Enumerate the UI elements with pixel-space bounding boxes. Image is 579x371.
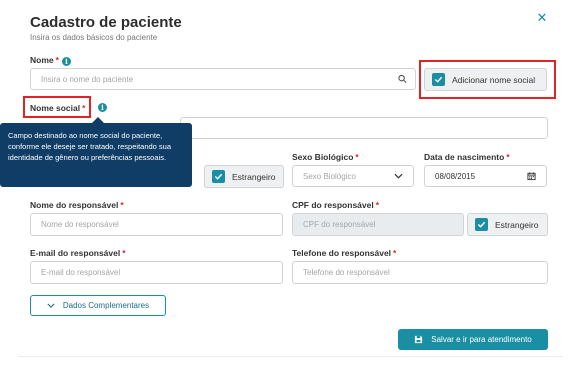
- nome-resp-placeholder: Nome do responsável: [41, 220, 119, 229]
- required-marker: *: [506, 152, 510, 162]
- sexo-select[interactable]: Sexo Biológico: [292, 165, 414, 187]
- required-marker: *: [55, 55, 59, 65]
- tel-resp-input[interactable]: Telefone do responsável: [292, 261, 548, 284]
- checkbox-checked-icon[interactable]: [212, 170, 225, 183]
- nascimento-value: 08/08/2015: [435, 171, 476, 181]
- estrangeiro-resp-label: Estrangeiro: [495, 219, 539, 230]
- info-icon[interactable]: i: [61, 57, 71, 66]
- add-social-name-toggle[interactable]: Adicionar nome social: [424, 68, 547, 91]
- nascimento-label: Data de nascimento *: [424, 152, 510, 162]
- dados-complementares-label: Dados Complementares: [62, 301, 150, 310]
- nome-placeholder: Insira o nome do paciente: [41, 74, 134, 84]
- required-marker: *: [120, 200, 124, 210]
- social-name-tooltip: Campo destinado ao nome social do pacien…: [0, 123, 192, 187]
- estrangeiro-label: Estrangeiro: [232, 171, 276, 182]
- email-resp-input[interactable]: E-mail do responsável: [30, 261, 283, 284]
- required-marker: *: [355, 152, 359, 162]
- dados-complementares-button[interactable]: Dados Complementares: [30, 295, 166, 316]
- nome-resp-label-text: Nome do responsável: [30, 200, 119, 210]
- save-and-attend-button[interactable]: Salvar e ir para atendimento: [398, 329, 548, 350]
- add-social-label: Adicionar nome social: [452, 74, 536, 85]
- required-marker: *: [393, 248, 397, 258]
- tel-resp-placeholder: Telefone do responsável: [303, 268, 390, 277]
- calendar-icon[interactable]: [527, 172, 536, 181]
- nome-social-label-text: Nome social: [30, 103, 81, 113]
- nome-resp-input[interactable]: Nome do responsável: [30, 213, 283, 236]
- nome-resp-label: Nome do responsável *: [30, 200, 124, 210]
- email-resp-placeholder: E-mail do responsável: [41, 268, 121, 277]
- modal-subtitle: Insira os dados básicos do paciente: [30, 33, 158, 42]
- footer-divider: [18, 356, 563, 357]
- checkbox-checked-icon[interactable]: [475, 218, 488, 231]
- sexo-label: Sexo Biológico *: [292, 152, 359, 162]
- save-label: Salvar e ir para atendimento: [431, 335, 532, 344]
- sexo-placeholder: Sexo Biológico: [303, 171, 356, 181]
- chevron-down-icon: [47, 303, 55, 308]
- required-marker: *: [122, 248, 126, 258]
- info-icon[interactable]: i: [98, 103, 107, 112]
- cpf-resp-placeholder: CPF do responsável: [303, 220, 376, 229]
- nome-social-input[interactable]: [180, 117, 548, 139]
- nome-social-label: Nome social *: [30, 103, 85, 113]
- nome-input[interactable]: Insira o nome do paciente: [30, 68, 416, 90]
- tel-resp-label: Telefone do responsável *: [292, 248, 396, 258]
- estrangeiro-resp-toggle[interactable]: Estrangeiro: [467, 213, 548, 236]
- required-marker: *: [375, 200, 380, 210]
- save-icon: [415, 335, 423, 344]
- search-icon[interactable]: [398, 74, 407, 84]
- chevron-down-icon: [394, 173, 403, 179]
- cpf-resp-input: CPF do responsável: [292, 213, 464, 236]
- email-resp-label: E-mail do responsável *: [30, 248, 126, 258]
- modal-title: Cadastro de paciente: [30, 14, 182, 31]
- required-marker: *: [82, 103, 86, 113]
- nascimento-input[interactable]: 08/08/2015: [424, 165, 547, 187]
- cpf-resp-label: CPF do responsável *: [292, 200, 379, 210]
- tooltip-text: Campo destinado ao nome social do pacien…: [8, 131, 172, 162]
- close-icon[interactable]: ✕: [536, 11, 548, 24]
- nome-label-text: Nome: [30, 55, 54, 65]
- cpf-resp-label-text: CPF do responsável: [292, 200, 374, 210]
- sexo-label-text: Sexo Biológico: [292, 152, 354, 162]
- nome-label: Nome * i: [30, 55, 71, 66]
- checkbox-checked-icon[interactable]: [432, 73, 445, 86]
- estrangeiro-toggle[interactable]: Estrangeiro: [204, 165, 284, 188]
- nascimento-label-text: Data de nascimento: [424, 152, 505, 162]
- tel-resp-label-text: Telefone do responsável: [292, 248, 392, 258]
- email-resp-label-text: E-mail do responsável: [30, 248, 121, 258]
